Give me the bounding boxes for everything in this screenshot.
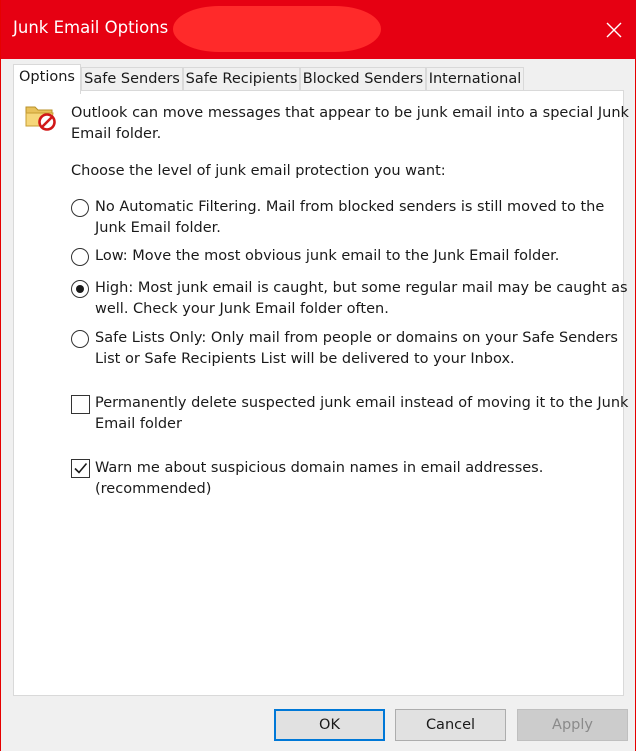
apply-button[interactable]: Apply: [517, 709, 628, 741]
radio-label-no-filtering-line2[interactable]: Junk Email folder.: [95, 218, 221, 239]
permanent-delete-label-line1[interactable]: Permanently delete suspected junk email …: [95, 393, 628, 414]
radio-label-high-line1[interactable]: High: Most junk email is caught, but som…: [95, 278, 628, 299]
radio-no-automatic-filtering[interactable]: [71, 199, 89, 217]
radio-safe-lists-only[interactable]: [71, 330, 89, 348]
redaction-mark: [173, 6, 381, 52]
close-button[interactable]: [591, 0, 636, 59]
cancel-button[interactable]: Cancel: [395, 709, 506, 741]
tab-label: Blocked Senders: [302, 71, 424, 87]
tab-label: Options: [19, 69, 75, 85]
intro-text-line1: Outlook can move messages that appear to…: [71, 105, 629, 121]
permanent-delete-label-line2[interactable]: Email folder: [95, 414, 182, 435]
tab-options[interactable]: Options: [13, 64, 81, 94]
radio-high[interactable]: [71, 280, 89, 298]
level-prompt: Choose the level of junk email protectio…: [71, 163, 446, 179]
tab-label: Safe Recipients: [185, 71, 298, 87]
close-icon: [606, 22, 622, 37]
tab-safe-senders[interactable]: Safe Senders: [81, 67, 183, 91]
radio-label-safe-lists-line1[interactable]: Safe Lists Only: Only mail from people o…: [95, 328, 618, 349]
warn-domains-label-line2[interactable]: (recommended): [95, 479, 211, 500]
warn-suspicious-domains-checkbox[interactable]: [71, 459, 90, 478]
radio-label-high-line2[interactable]: well. Check your Junk Email folder often…: [95, 299, 389, 320]
tab-safe-recipients[interactable]: Safe Recipients: [183, 67, 300, 91]
radio-label-low[interactable]: Low: Move the most obvious junk email to…: [95, 246, 559, 267]
radio-label-safe-lists-line2[interactable]: List or Safe Recipients List will be del…: [95, 349, 515, 370]
junk-email-options-dialog: Junk Email Options - Options Safe Sender…: [0, 0, 636, 751]
junk-folder-icon: [25, 106, 56, 131]
checkmark-icon: [74, 462, 88, 474]
title-bar: Junk Email Options -: [1, 0, 636, 59]
tab-label: International: [428, 71, 522, 87]
ok-button[interactable]: OK: [274, 709, 385, 741]
tab-blocked-senders[interactable]: Blocked Senders: [300, 67, 426, 91]
warn-domains-label-line1[interactable]: Warn me about suspicious domain names in…: [95, 458, 543, 479]
intro-text-line2: Email folder.: [71, 126, 162, 142]
window-title: Junk Email Options -: [13, 18, 180, 37]
permanent-delete-checkbox[interactable]: [71, 395, 90, 414]
radio-label-no-filtering-line1[interactable]: No Automatic Filtering. Mail from blocke…: [95, 197, 604, 218]
radio-low[interactable]: [71, 248, 89, 266]
tab-label: Safe Senders: [84, 71, 180, 87]
tab-international[interactable]: International: [426, 67, 524, 91]
